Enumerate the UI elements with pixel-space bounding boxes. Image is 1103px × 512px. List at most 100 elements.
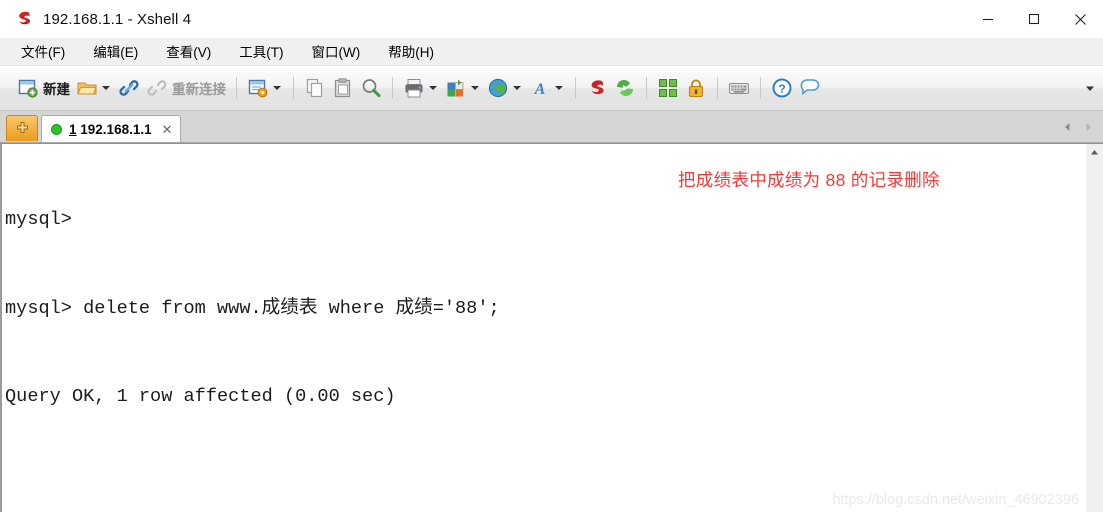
svg-text:?: ? [778, 82, 785, 96]
tab-close-icon[interactable]: ✕ [162, 123, 173, 136]
copy-icon [306, 78, 323, 98]
fullscreen-button[interactable] [654, 73, 682, 103]
xshell-logo-icon [14, 9, 34, 29]
maximize-button[interactable] [1011, 0, 1057, 38]
xshell-window: 192.168.1.1 - Xshell 4 文件(F) 编辑(E) 查看(V)… [0, 0, 1103, 512]
terminal-scrollbar[interactable] [1085, 144, 1103, 512]
properties-caret-icon[interactable] [273, 86, 281, 90]
lock-icon [689, 79, 703, 97]
toolbar-overflow-icon [1086, 86, 1094, 91]
menu-item-window[interactable]: 窗口(W) [309, 39, 364, 63]
toolbar-separator-5 [646, 77, 647, 99]
terminal-lines: mysql> mysql> delete from www.成绩表 where … [2, 146, 1085, 512]
tab-scroll-arrows [1051, 119, 1093, 137]
window-title: 192.168.1.1 - Xshell 4 [43, 10, 192, 28]
scroll-left-icon[interactable] [1063, 119, 1072, 137]
globe-icon [488, 78, 508, 98]
menu-bar: 文件(F) 编辑(E) 查看(V) 工具(T) 窗口(W) 帮助(H) [0, 38, 1103, 65]
toolbar-overflow-button[interactable] [1081, 73, 1099, 103]
window-controls [965, 0, 1103, 38]
globe-button[interactable] [484, 73, 526, 103]
keyboard-icon [729, 83, 749, 94]
layout-button[interactable] [442, 73, 484, 103]
reconnect-button: 重新连接 [143, 73, 229, 103]
print-caret-icon[interactable] [429, 86, 437, 90]
tab-label: 1 192.168.1.1 [69, 122, 152, 137]
new-session-button[interactable]: 新建 [14, 73, 73, 103]
terminal-screen[interactable]: mysql> mysql> delete from www.成绩表 where … [0, 144, 1085, 512]
xftp-button[interactable] [611, 73, 639, 103]
tab-number: 1 [69, 121, 77, 137]
title-bar: 192.168.1.1 - Xshell 4 [0, 0, 1103, 38]
terminal-line: mysql> [5, 209, 72, 230]
tab-session-1[interactable]: 1 192.168.1.1 ✕ [41, 115, 181, 142]
reconnect-label: 重新连接 [172, 82, 226, 97]
globe-caret-icon[interactable] [513, 86, 521, 90]
menu-item-tools[interactable]: 工具(T) [236, 39, 286, 63]
properties-icon [248, 79, 268, 98]
scroll-right-icon[interactable] [1084, 119, 1093, 137]
toolbar-separator-4 [575, 77, 576, 99]
font-caret-icon[interactable] [555, 86, 563, 90]
layout-caret-icon[interactable] [471, 86, 479, 90]
chat-button[interactable] [796, 73, 824, 103]
minimize-button[interactable] [965, 0, 1011, 38]
xftp-icon [617, 80, 633, 96]
new-tab-icon [16, 122, 28, 133]
keyboard-button[interactable] [725, 73, 753, 103]
terminal-line: mysql> delete from www.成绩表 where 成绩='88'… [5, 297, 500, 319]
chat-icon [800, 79, 820, 96]
title-bar-left: 192.168.1.1 - Xshell 4 [0, 9, 965, 29]
minimize-icon [983, 18, 993, 21]
help-button[interactable]: ? [768, 73, 796, 103]
terminal-area: mysql> mysql> delete from www.成绩表 where … [0, 143, 1103, 512]
maximize-icon [1028, 13, 1040, 25]
menu-item-file[interactable]: 文件(F) [18, 39, 68, 63]
fullscreen-icon [659, 79, 677, 97]
menu-item-view[interactable]: 查看(V) [163, 39, 214, 63]
close-button[interactable] [1057, 0, 1103, 38]
svg-text:A: A [534, 81, 546, 98]
new-session-icon [18, 79, 38, 98]
paste-icon [334, 78, 351, 98]
help-icon: ? [772, 78, 792, 98]
reconnect-icon [147, 80, 167, 96]
close-icon [1074, 13, 1086, 25]
connect-icon [119, 80, 139, 96]
menu-item-edit[interactable]: 编辑(E) [90, 39, 141, 63]
new-tab-button[interactable] [6, 115, 38, 141]
properties-button[interactable] [244, 73, 286, 103]
open-folder-icon [77, 82, 97, 95]
watermark: https://blog.csdn.net/weixin_46902396 [832, 492, 1079, 508]
copy-button[interactable] [301, 73, 329, 103]
toolbar-separator-1 [236, 77, 237, 99]
new-session-label: 新建 [43, 82, 70, 97]
paste-button[interactable] [329, 73, 357, 103]
toolbar: 新建 重新连接 A ? [0, 65, 1103, 111]
font-button[interactable]: A [526, 73, 568, 103]
xshell-icon [591, 80, 604, 95]
toolbar-separator-2 [293, 77, 294, 99]
find-icon [362, 79, 381, 98]
scrollbar-track[interactable] [1086, 161, 1103, 512]
toolbar-separator-7 [760, 77, 761, 99]
open-folder-button[interactable] [73, 73, 115, 103]
toolbar-separator-6 [717, 77, 718, 99]
connect-button[interactable] [115, 73, 143, 103]
scroll-up-icon[interactable] [1086, 144, 1103, 161]
xshell-button[interactable] [583, 73, 611, 103]
tab-bar: 1 192.168.1.1 ✕ [0, 111, 1103, 143]
print-button[interactable] [400, 73, 442, 103]
print-icon [405, 79, 423, 98]
tab-title: 192.168.1.1 [80, 121, 152, 137]
layout-icon [447, 79, 464, 97]
tab-status-icon [51, 123, 62, 135]
open-folder-caret-icon[interactable] [102, 86, 110, 90]
menu-item-help[interactable]: 帮助(H) [385, 39, 437, 63]
find-button[interactable] [357, 73, 385, 103]
terminal-line: Query OK, 1 row affected (0.00 sec) [5, 386, 396, 407]
toolbar-separator-3 [392, 77, 393, 99]
font-icon: A [534, 81, 546, 98]
annotation-delete-note: 把成绩表中成绩为 88 的记录删除 [678, 170, 940, 190]
lock-button[interactable] [682, 73, 710, 103]
